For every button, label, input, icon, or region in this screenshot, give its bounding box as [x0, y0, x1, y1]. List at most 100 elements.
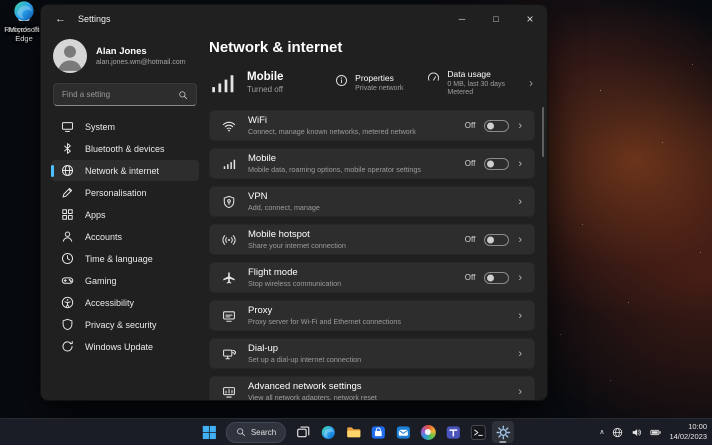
sidebar-nav-item[interactable]: Accounts — [51, 226, 199, 247]
card-icon — [222, 271, 236, 285]
user-email: alan.jones.wm@hotmail.com — [96, 59, 186, 66]
taskbar-app-button[interactable] — [492, 421, 515, 443]
sidebar-nav-item[interactable]: Network & internet — [51, 160, 199, 181]
hero-info-item[interactable]: Data usage 0 MB, last 30 days Metered — [427, 69, 505, 96]
toggle-switch[interactable] — [484, 157, 510, 170]
nav-item-label: Accounts — [85, 231, 123, 242]
hero-item-line: Metered — [447, 89, 474, 96]
nav-item-label: Bluetooth & devices — [85, 143, 165, 154]
chevron-right-icon[interactable]: › — [518, 310, 522, 322]
search-input[interactable] — [62, 90, 178, 99]
taskbar-app-button[interactable] — [317, 421, 339, 443]
card-subtitle: Proxy server for Wi-Fi and Ethernet conn… — [248, 317, 401, 327]
settings-card-list: WiFi Connect, manage known networks, met… — [209, 110, 535, 401]
taskbar-app-button[interactable] — [442, 421, 464, 443]
taskbar-app-button[interactable] — [367, 421, 389, 443]
nav-item-label: Windows Update — [85, 341, 154, 352]
sidebar-nav-item[interactable]: Accessibility — [51, 292, 199, 313]
connection-name: Mobile — [247, 71, 284, 83]
sidebar-nav-item[interactable]: Bluetooth & devices — [51, 138, 199, 159]
nav-item-icon — [61, 120, 74, 133]
tray-icon[interactable] — [650, 427, 662, 438]
card-title: Dial-up — [248, 342, 279, 354]
card-icon — [222, 347, 236, 361]
settings-card[interactable]: Advanced network settings View all netwo… — [209, 376, 535, 401]
sidebar-nav-item[interactable]: Apps — [51, 204, 199, 225]
taskbar-search[interactable]: Search — [225, 421, 287, 443]
settings-card[interactable]: Proxy Proxy server for Wi-Fi and Etherne… — [209, 300, 535, 331]
taskbar-app-button[interactable] — [467, 421, 489, 443]
titlebar[interactable]: ← Settings ─ □ × — [41, 5, 547, 33]
sidebar-nav-item[interactable]: Personalisation — [51, 182, 199, 203]
hero-item-line: 0 MB, last 30 days — [447, 80, 505, 88]
sidebar-nav-item[interactable]: Windows Update — [51, 336, 199, 357]
window-controls: ─ □ × — [445, 5, 547, 33]
card-icon — [222, 233, 236, 247]
app-icon — [470, 424, 486, 440]
settings-card[interactable]: Mobile Mobile data, roaming options, mob… — [209, 148, 535, 179]
hero-item-icon — [427, 70, 440, 83]
sidebar-nav-item[interactable]: Time & language — [51, 248, 199, 269]
taskbar-app-button[interactable] — [292, 421, 314, 443]
toggle-state-label: Off — [464, 235, 476, 244]
close-button[interactable]: × — [513, 5, 547, 33]
chevron-right-icon[interactable]: › — [529, 76, 533, 90]
window-title: Settings — [78, 14, 111, 24]
chevron-right-icon[interactable]: › — [518, 386, 522, 398]
chevron-right-icon[interactable]: › — [518, 348, 522, 360]
settings-card[interactable]: VPN Add, connect, manage › — [209, 186, 535, 217]
settings-card[interactable]: WiFi Connect, manage known networks, met… — [209, 110, 535, 141]
desktop: { "glyphs": { "chevron_right": "›" }, "d… — [0, 0, 712, 445]
tray-icon[interactable] — [631, 427, 642, 438]
taskbar-app-button[interactable] — [342, 421, 364, 443]
card-subtitle: Connect, manage known networks, metered … — [248, 127, 416, 137]
nav-item-icon — [61, 252, 74, 265]
toggle-switch[interactable] — [484, 233, 510, 246]
settings-card[interactable]: Dial-up Set up a dial-up internet connec… — [209, 338, 535, 369]
network-status-header[interactable]: Mobile Turned off Properties Private net… — [209, 69, 535, 96]
chevron-right-icon[interactable]: › — [518, 120, 522, 132]
settings-card[interactable]: Flight mode Stop wireless communication … — [209, 262, 535, 293]
app-icon — [420, 424, 436, 440]
sidebar-nav-item[interactable]: Privacy & security — [51, 314, 199, 335]
hidden-icons-chevron[interactable]: ∧ — [599, 428, 604, 436]
toggle-switch[interactable] — [484, 119, 510, 132]
settings-card[interactable]: Mobile hotspot Share your internet conne… — [209, 224, 535, 255]
settings-window: ← Settings ─ □ × Alan Jones alan.jones.w… — [40, 4, 548, 401]
chevron-right-icon[interactable]: › — [518, 234, 522, 246]
nav-item-icon — [61, 186, 74, 199]
app-icon — [446, 425, 461, 440]
tray-icon[interactable] — [612, 427, 623, 438]
chevron-right-icon[interactable]: › — [518, 158, 522, 170]
nav-item-label: Privacy & security — [85, 319, 157, 330]
clock-time: 10:00 — [688, 422, 707, 432]
taskbar-app-button[interactable] — [392, 421, 414, 443]
settings-search-box[interactable] — [53, 83, 197, 106]
taskbar-app-button[interactable] — [417, 421, 439, 443]
nav-item-icon — [61, 274, 74, 287]
nav-item-icon — [61, 340, 74, 353]
connection-status: Turned off — [247, 85, 284, 94]
maximize-button[interactable]: □ — [479, 5, 513, 33]
card-icon — [222, 195, 236, 209]
search-icon — [178, 90, 188, 100]
start-button[interactable] — [198, 421, 220, 443]
scrollbar-thumb[interactable] — [541, 107, 544, 157]
signal-bars-icon — [209, 70, 235, 96]
chevron-right-icon[interactable]: › — [518, 272, 522, 284]
toggle-switch[interactable] — [484, 271, 510, 284]
nav-item-icon — [61, 296, 74, 309]
taskbar-clock[interactable]: 10:00 14/02/2023 — [669, 422, 707, 442]
user-account[interactable]: Alan Jones alan.jones.wm@hotmail.com — [51, 37, 199, 83]
card-icon — [222, 119, 236, 133]
chevron-right-icon[interactable]: › — [518, 196, 522, 208]
minimize-button[interactable]: ─ — [445, 5, 479, 33]
card-icon — [222, 309, 236, 323]
search-icon — [236, 427, 246, 437]
card-subtitle: View all network adapters, network reset — [248, 393, 377, 401]
back-button[interactable]: ← — [55, 13, 66, 25]
toggle-state-label: Off — [464, 121, 476, 130]
sidebar-nav-item[interactable]: System — [51, 116, 199, 137]
hero-info-item[interactable]: Properties Private network — [335, 73, 403, 92]
sidebar-nav-item[interactable]: Gaming — [51, 270, 199, 291]
